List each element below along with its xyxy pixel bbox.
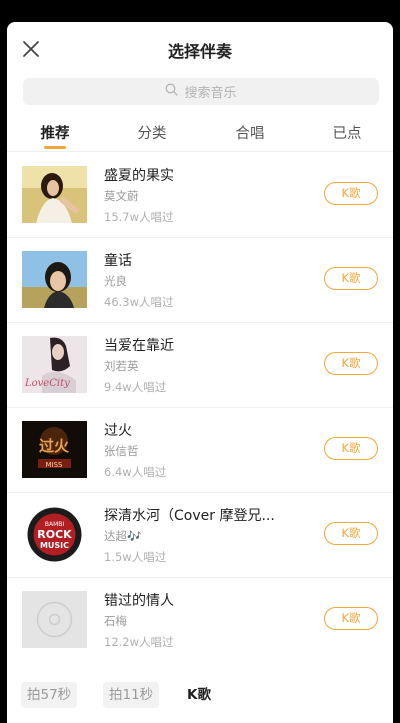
mode-karaoke[interactable]: K歌 [181, 682, 217, 708]
play-count: 12.2w人唱过 [104, 635, 174, 649]
album-cover: 过火 MISS [22, 421, 87, 478]
song-artist: 光良 [104, 274, 127, 288]
karaoke-button[interactable]: K歌 [324, 437, 378, 460]
search-icon [165, 83, 184, 100]
play-count: 1.5w人唱过 [104, 550, 167, 564]
tab-chorus[interactable]: 合唱 [236, 122, 265, 143]
song-list: 盛夏的果实 莫文蔚 15.7w人唱过 K歌 童话 光良 46.3w人唱过 K歌 [7, 153, 393, 663]
play-count: 46.3w人唱过 [104, 295, 174, 309]
song-artist: 石梅 [104, 614, 127, 628]
cover-text: MISS [46, 461, 64, 469]
song-artist: 张信哲 [104, 444, 139, 458]
song-row[interactable]: 童话 光良 46.3w人唱过 K歌 [7, 238, 393, 323]
tab-recommend[interactable]: 推荐 [41, 122, 70, 143]
tab-active-indicator [44, 146, 66, 149]
header: 选择伴奏 [7, 22, 393, 72]
song-row[interactable]: 错过的情人 石梅 12.2w人唱过 K歌 [7, 578, 393, 663]
tab-category[interactable]: 分类 [138, 122, 167, 143]
song-title: 当爱在靠近 [104, 338, 174, 354]
cover-text: MUSIC [40, 541, 69, 550]
tab-ordered[interactable]: 已点 [333, 122, 362, 143]
song-artist: 达超🎶 [104, 529, 142, 543]
song-row[interactable]: 盛夏的果实 莫文蔚 15.7w人唱过 K歌 [7, 153, 393, 238]
album-cover [22, 251, 87, 308]
song-title: 童话 [104, 253, 132, 269]
song-title: 盛夏的果实 [104, 168, 174, 184]
album-cover [22, 591, 87, 648]
cover-text: BAMBI [45, 521, 65, 528]
album-cover: BAMBI ROCK MUSIC [22, 506, 87, 563]
mode-shoot-57s[interactable]: 拍57秒 [21, 682, 78, 708]
mode-shoot-11s[interactable]: 拍11秒 [103, 682, 160, 708]
tab-bar: 推荐 分类 合唱 已点 [7, 118, 393, 152]
song-title: 探清水河（Cover 摩登兄... [104, 508, 275, 524]
song-title: 错过的情人 [104, 593, 174, 609]
play-count: 9.4w人唱过 [104, 380, 167, 394]
song-artist: 莫文蔚 [104, 189, 139, 203]
song-artist: 刘若英 [104, 359, 139, 373]
karaoke-button[interactable]: K歌 [324, 607, 378, 630]
karaoke-button[interactable]: K歌 [324, 352, 378, 375]
play-count: 6.4w人唱过 [104, 465, 167, 479]
karaoke-button[interactable]: K歌 [324, 267, 378, 290]
song-title: 过火 [104, 423, 132, 439]
play-count: 15.7w人唱过 [104, 210, 174, 224]
search-input[interactable]: 搜索音乐 [23, 78, 379, 105]
song-row[interactable]: LoveCity 当爱在靠近 刘若英 9.4w人唱过 K歌 [7, 323, 393, 408]
cover-text: ROCK [37, 528, 72, 541]
disc-placeholder-icon [22, 591, 87, 648]
page-title: 选择伴奏 [167, 42, 232, 61]
album-cover: LoveCity [22, 336, 87, 393]
album-cover [22, 166, 87, 223]
search-placeholder: 搜索音乐 [184, 86, 237, 101]
karaoke-button[interactable]: K歌 [324, 522, 378, 545]
cover-text: LoveCity [24, 378, 70, 389]
accompaniment-sheet: 选择伴奏 搜索音乐 推荐 分类 合唱 已点 盛夏的果实 莫文蔚 15.7w人唱过… [7, 22, 393, 723]
karaoke-button[interactable]: K歌 [324, 182, 378, 205]
cover-text: 过火 [39, 437, 70, 455]
record-mode-bar: 拍57秒 拍11秒 K歌 [7, 672, 393, 723]
song-row[interactable]: BAMBI ROCK MUSIC 探清水河（Cover 摩登兄... 达超🎶 1… [7, 493, 393, 578]
song-row[interactable]: 过火 MISS 过火 张信哲 6.4w人唱过 K歌 [7, 408, 393, 493]
